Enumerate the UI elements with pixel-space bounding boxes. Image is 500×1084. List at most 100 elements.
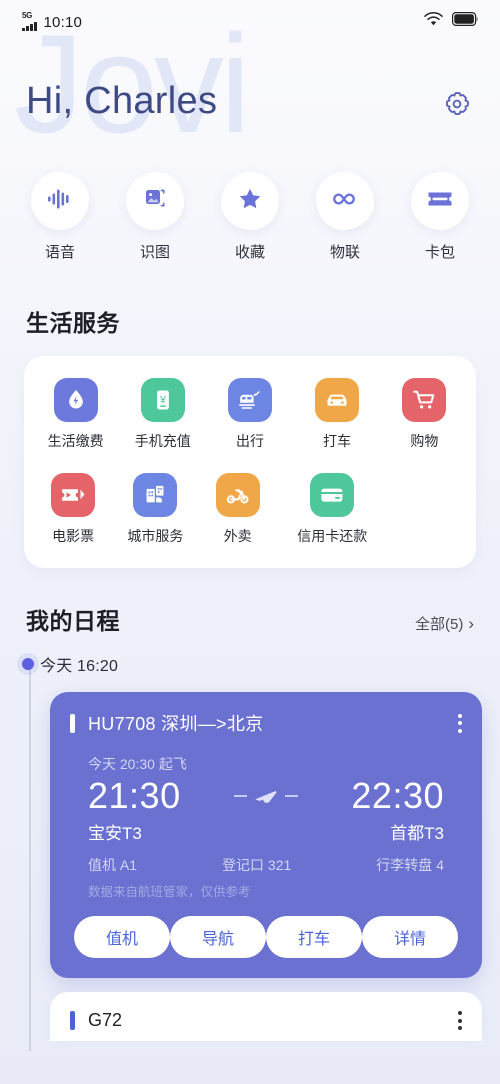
quick-actions-row: 语音 识图 收藏 物联 卡包 [0,162,500,262]
voice-waveform-icon [47,188,73,215]
service-item-label: 出行 [235,433,264,449]
settings-button[interactable] [440,89,474,123]
train-plane-icon [227,378,272,422]
more-vertical-icon[interactable] [458,713,462,733]
flight-ports-row: 宝安T3 首都T3 [70,819,462,844]
flight-title: HU7708 深圳—>北京 [88,714,264,734]
service-item-city-services[interactable]: 城市服务 [114,473,196,546]
service-item-mobile-recharge[interactable]: ¥ 手机充值 [119,378,206,451]
flight-accent-bar [70,713,75,733]
quick-action-label: 物联 [329,244,360,261]
car-icon [315,378,360,422]
ticket-card-icon [426,189,454,214]
flight-checkin: 值机 A1 [88,857,138,873]
svg-text:¥: ¥ [159,395,167,407]
flight-card-header: HU7708 深圳—>北京 [70,710,462,736]
infinity-icon [330,189,360,214]
status-left: 5G 10:10 [22,10,83,31]
service-item-placeholder [386,473,468,546]
service-item-label: 信用卡还款 [297,528,368,544]
service-item-credit-card-repayment[interactable]: 信用卡还款 [279,473,386,546]
service-item-label: 生活缴费 [47,433,104,449]
signal-bars-icon [22,21,37,31]
life-services-card: 生活缴费 ¥ 手机充值 出行 打车 购物 电影票 城市服务 外卖 信用卡还款 [24,356,476,568]
battery-icon [452,11,478,31]
water-drop-bolt-icon [53,378,98,422]
timeline-time-label: 今天 16:20 [40,658,119,675]
flight-depart-note: 今天 20:30 起飞 [88,756,187,772]
timeline-line [29,668,31,1051]
city-buildings-icon [133,473,178,517]
quick-action-voice[interactable]: 语音 [24,172,96,262]
service-item-movie-tickets[interactable]: 电影票 [32,473,114,546]
service-item-label: 城市服务 [127,528,184,544]
service-item-label: 手机充值 [134,433,191,449]
movie-ticket-icon [51,473,96,517]
scooter-icon [215,473,260,517]
quick-action-wallet[interactable]: 卡包 [404,172,476,262]
page-title: Hi, Charles [26,80,218,122]
quick-action-bubble [126,172,184,230]
flight-card[interactable]: HU7708 深圳—>北京 今天 20:30 起飞 21:30 22:30 宝安… [50,692,482,978]
flight-time-to: 22:30 [351,775,444,816]
service-item-food-delivery[interactable]: 外卖 [197,473,279,546]
greeting-section: Jovi Hi, Charles [0,14,500,162]
status-bar: 5G 10:10 [0,0,500,42]
quick-action-iot[interactable]: 物联 [309,172,381,262]
flight-navigate-button[interactable]: 导航 [170,916,266,958]
timeline-dot-icon [22,658,34,670]
flight-action-buttons: 值机 导航 打车 详情 [70,916,462,958]
credit-card-icon [310,473,355,517]
flight-taxi-button[interactable]: 打车 [266,916,362,958]
schedule-header: 我的日程 全部(5) › [0,602,500,636]
wifi-icon [424,11,443,31]
status-time: 10:10 [43,13,83,31]
train-card[interactable]: G72 [50,992,482,1041]
quick-action-bubble [31,172,89,230]
life-services-row-1: 生活缴费 ¥ 手机充值 出行 打车 购物 [32,378,468,451]
flight-times-row: 21:30 22:30 [70,775,462,817]
train-card-header: G72 [70,1010,462,1031]
quick-action-favorites[interactable]: 收藏 [214,172,286,262]
service-item-label: 购物 [410,433,439,449]
quick-action-bubble [411,172,469,230]
schedule-title: 我的日程 [26,608,120,634]
airplane-icon [234,788,298,805]
signal-icon: 5G [22,10,37,31]
flight-details-button[interactable]: 详情 [362,916,458,958]
schedule-view-all-button[interactable]: 全部(5) › [415,613,474,634]
service-item-taxi[interactable]: 打车 [294,378,381,451]
service-item-label: 电影票 [52,528,95,544]
quick-action-bubble [316,172,374,230]
flight-time-from: 21:30 [88,775,181,816]
service-item-utilities[interactable]: 生活缴费 [32,378,119,451]
schedule-view-all-label: 全部(5) [414,616,464,633]
service-item-shopping[interactable]: 购物 [381,378,468,451]
flight-meta-row: 值机 A1 登记口 321 行李转盘 4 [70,855,462,875]
flight-baggage: 行李转盘 4 [376,857,444,873]
flight-gate: 登记口 321 [222,857,292,873]
quick-action-bubble [221,172,279,230]
service-item-label: 外卖 [223,528,252,544]
flight-checkin-button[interactable]: 值机 [74,916,170,958]
image-recognition-icon [142,186,168,217]
shopping-cart-icon [402,378,447,422]
service-item-travel[interactable]: 出行 [206,378,293,451]
quick-action-image-search[interactable]: 识图 [119,172,191,262]
train-accent-bar [70,1011,75,1030]
train-title: G72 [88,1010,123,1030]
more-vertical-icon[interactable] [458,1011,462,1030]
life-services-title: 生活服务 [26,310,120,336]
quick-action-label: 收藏 [234,244,265,261]
quick-action-label: 识图 [139,244,170,261]
star-icon [237,186,263,217]
gear-icon [443,90,471,123]
flight-port-from: 宝安T3 [88,824,142,843]
quick-action-label: 语音 [44,244,75,261]
quick-action-label: 卡包 [424,244,455,261]
life-services-row-2: 电影票 城市服务 外卖 信用卡还款 [32,473,468,546]
status-right [424,11,478,31]
phone-yuan-icon: ¥ [140,378,185,422]
schedule-timeline: 今天 16:20 HU7708 深圳—>北京 今天 20:30 起飞 21:30… [0,652,500,1051]
network-type-label: 5G [22,10,33,20]
